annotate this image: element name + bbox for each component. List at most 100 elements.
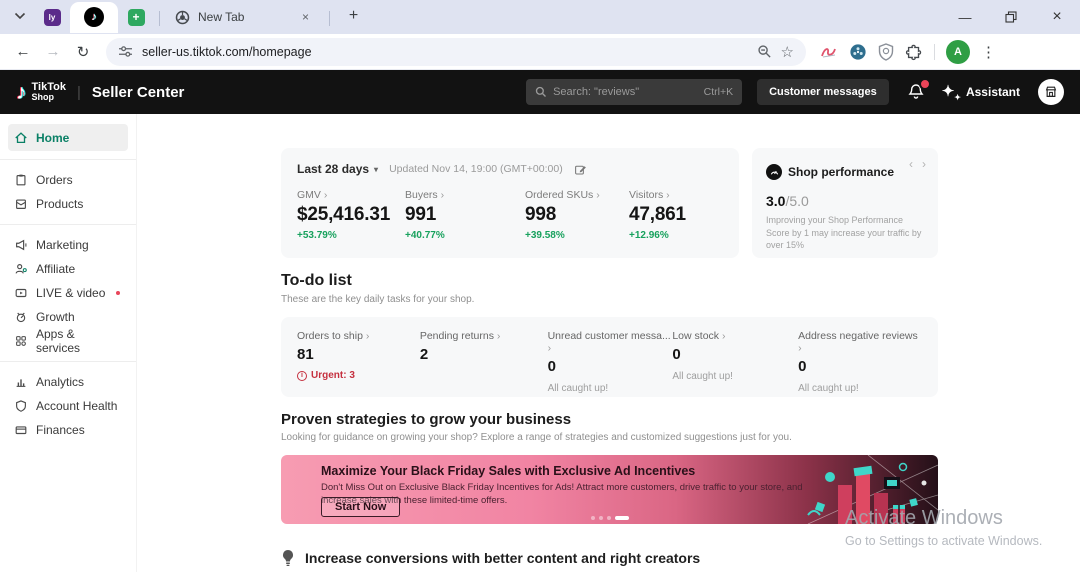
sidebar-item-account-health[interactable]: Account Health [0,394,136,418]
tiktok-shop-logo[interactable]: ♪ TikTok Shop [16,82,66,103]
shield-extension-icon[interactable] [878,43,894,61]
address-bar[interactable]: ☆ [106,38,806,66]
tab-new-tab[interactable]: New Tab × [165,0,324,34]
todo-title: To-do list [281,272,1080,290]
start-now-button[interactable]: Start Now [321,497,400,517]
search-shortcut: Ctrl+K [704,86,733,98]
notification-dot [116,291,120,295]
purple-app-icon: ly [44,9,61,26]
sidebar-item-home[interactable]: Home [8,124,128,151]
chevron-right-icon: › [798,342,802,354]
window-close-button[interactable]: × [1034,0,1080,34]
todo-low-stock[interactable]: Low stock › 0 All caught up! [672,330,798,384]
analytics-bars-icon [14,375,28,389]
sidebar-item-orders[interactable]: Orders [0,168,136,192]
extensions-puzzle-icon[interactable] [905,43,923,61]
sidebar-item-products[interactable]: Products [0,192,136,216]
sidebar-item-analytics[interactable]: Analytics [0,370,136,394]
chevron-right-icon: › [722,330,726,342]
todo-pending-returns[interactable]: Pending returns › 2 [420,330,548,384]
metric-delta: +12.96% [629,230,686,241]
reload-button[interactable]: ↻ [68,37,98,67]
new-tab-button[interactable]: + [339,2,367,30]
carousel-dot-active[interactable] [615,516,629,520]
urgent-note: iUrgent: 3 [297,370,420,381]
performance-gauge-icon [766,164,782,180]
edit-icon[interactable] [574,163,587,176]
carousel-next-button[interactable]: › [922,157,926,171]
sidebar-item-marketing[interactable]: Marketing [0,233,136,257]
carousel-dot[interactable] [591,516,595,520]
shield-icon [14,399,28,413]
chevron-right-icon: › [497,330,501,342]
carousel-dot[interactable] [599,516,603,520]
logo-text-shop: Shop [32,93,66,102]
tab-separator [159,11,160,26]
window-restore-button[interactable] [988,0,1034,34]
header-divider: | [77,84,81,101]
todo-orders-to-ship[interactable]: Orders to ship › 81 iUrgent: 3 [297,330,420,384]
live-video-icon [14,286,28,300]
window-minimize-button[interactable]: — [942,0,988,34]
pinned-tab-green[interactable]: + [118,0,154,34]
metric-value: $25,416.31 [297,204,405,226]
shop-switcher-button[interactable] [1038,79,1064,105]
black-friday-banner[interactable]: Maximize Your Black Friday Sales with Ex… [281,455,938,524]
todo-value: 0 [548,358,673,375]
todo-negative-reviews[interactable]: Address negative reviews › 0 All caught … [798,330,922,384]
shop-performance-card[interactable]: ‹ › Shop performance 3.0/5.0 Improving y… [752,148,938,258]
zoom-icon[interactable] [757,44,772,59]
products-icon [14,197,28,211]
period-selector[interactable]: Last 28 days ▾ [297,162,378,176]
sidebar-item-apps-services[interactable]: Apps & services [0,329,136,353]
customer-messages-button[interactable]: Customer messages [757,79,889,105]
todo-unread-messages[interactable]: Unread customer messa... › 0 All caught … [548,330,673,384]
pinned-tab-purple[interactable]: ly [34,0,70,34]
sidebar-item-affiliate[interactable]: Affiliate [0,257,136,281]
forward-button[interactable]: → [38,37,68,67]
tab-title: New Tab [198,10,244,24]
browser-menu-button[interactable]: ⋮ [981,43,996,61]
metric-gmv[interactable]: GMV › $25,416.31 +53.79% [297,189,405,241]
sidebar-divider [0,159,136,160]
browser-tab-strip: ly ♪ + New Tab × + — × [0,0,1080,34]
metric-buyers[interactable]: Buyers › 991 +40.77% [405,189,525,241]
overview-stats-card: Last 28 days ▾ Updated Nov 14, 19:00 (GM… [281,148,739,258]
search-input[interactable] [553,86,698,98]
tab-search-button[interactable] [6,2,34,30]
global-search[interactable]: Ctrl+K [526,79,742,105]
chrome-icon [175,10,190,25]
url-input[interactable] [142,45,748,59]
extension-icon-blue[interactable] [849,43,867,61]
sidebar-item-growth[interactable]: Growth [0,305,136,329]
profile-avatar[interactable]: A [946,40,970,64]
carousel-dot[interactable] [607,516,611,520]
assistant-button[interactable]: ✦✦ Assistant [942,82,1020,102]
chevron-right-icon: › [441,189,445,201]
metric-visitors[interactable]: Visitors › 47,861 +12.96% [629,189,686,241]
sidebar-item-live-video[interactable]: LIVE & video [0,281,136,305]
search-icon [535,86,547,98]
pinned-tab-tiktok-active[interactable]: ♪ [70,2,118,33]
carousel-dots[interactable] [591,516,629,520]
growth-icon [14,310,28,324]
carousel-prev-button[interactable]: ‹ [909,157,913,171]
todo-card: Orders to ship › 81 iUrgent: 3 Pending r… [281,317,938,397]
back-button[interactable]: ← [8,37,38,67]
sheets-icon: + [128,9,145,26]
main-content: Last 28 days ▾ Updated Nov 14, 19:00 (GM… [137,114,1080,572]
notifications-button[interactable] [906,82,926,102]
seller-center-header: ♪ TikTok Shop | Seller Center Ctrl+K Cus… [0,70,1080,114]
sidebar-item-finances[interactable]: Finances [0,418,136,442]
extension-icon-doodle[interactable] [820,44,838,60]
tab-close-button[interactable]: × [296,8,314,26]
metric-delta: +39.58% [525,230,629,241]
metric-ordered-skus[interactable]: Ordered SKUs › 998 +39.58% [525,189,629,241]
chevron-right-icon: › [596,189,600,201]
browser-toolbar: ← → ↻ ☆ A ⋮ [0,34,1080,70]
metric-value: 47,861 [629,204,686,226]
performance-score-max: /5.0 [785,193,808,209]
growth-tip-title: Increase conversions with better content… [305,550,700,566]
site-settings-icon[interactable] [118,45,133,58]
bookmark-star-icon[interactable]: ☆ [781,43,794,61]
